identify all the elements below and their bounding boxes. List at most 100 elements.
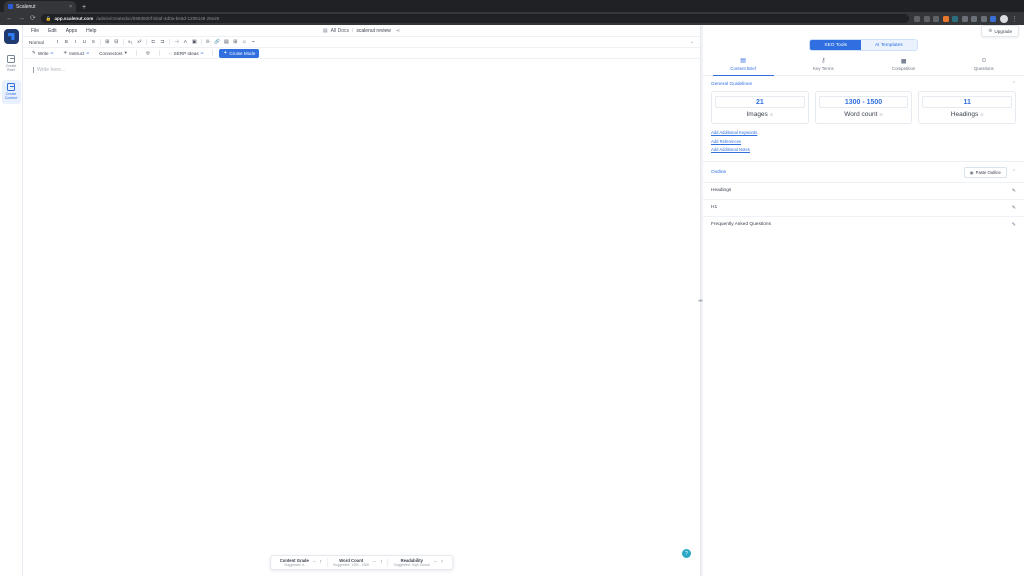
tab-questions[interactable]: ⊙ Questions [944, 55, 1024, 75]
extension-icon-3[interactable] [961, 15, 968, 22]
new-tab-icon[interactable]: + [82, 4, 86, 12]
edit-icon[interactable]: ✎ [1012, 188, 1016, 194]
chevron-up-icon[interactable]: ⌃ [1012, 81, 1016, 87]
bookmark-icon[interactable] [933, 15, 939, 22]
share-icon[interactable] [923, 15, 930, 22]
quote-icon[interactable]: ⊪ [204, 38, 213, 47]
text-color-icon[interactable]: A [181, 38, 190, 47]
extension-icon-1[interactable] [942, 15, 949, 22]
segment-ai-templates[interactable]: AI Templates [860, 40, 917, 50]
edit-icon[interactable]: ✎ [1012, 222, 1016, 228]
help-fab-icon[interactable]: ? [682, 549, 691, 558]
expand-icon[interactable]: ↑ [441, 559, 444, 565]
tab-competition[interactable]: ▅ Competition [864, 55, 944, 75]
edit-icon[interactable]: ✎ [1012, 205, 1016, 211]
write-button[interactable]: ✎ Write AI [29, 49, 56, 58]
segment-seo-tools[interactable]: SEO Tools [810, 40, 861, 50]
breadcrumb-doc-name[interactable]: scalenut review [356, 28, 390, 34]
browser-window: Scalenut × + ← → ⟳ 🔒 app.scalenut.com /a… [0, 0, 1024, 576]
menu-apps[interactable]: Apps [66, 28, 77, 34]
expand-icon[interactable]: ↑ [380, 559, 383, 565]
address-bar[interactable]: 🔒 app.scalenut.com /admin/createdoc/5993… [40, 14, 909, 23]
avatar[interactable] [999, 14, 1008, 23]
strikethrough-icon[interactable]: S [89, 38, 98, 47]
paragraph-style-select[interactable]: Normal [29, 40, 48, 45]
italic-icon[interactable]: I [71, 38, 80, 47]
paste-outline-button[interactable]: ▣ Paste Outline [963, 166, 1007, 178]
table-icon[interactable]: ⊞ [231, 38, 240, 47]
outline-row[interactable]: H1 ✎ [703, 198, 1024, 216]
indent-decrease-icon[interactable]: ⊏ [149, 38, 158, 47]
pane-splitter[interactable] [701, 25, 703, 576]
emoji-icon[interactable]: ☺ [240, 38, 249, 47]
menu-edit[interactable]: Edit [48, 28, 57, 34]
font-size-icon[interactable]: t [53, 38, 62, 47]
bold-icon[interactable]: B [62, 38, 71, 47]
card-value[interactable]: 1300 - 1500 [818, 96, 909, 108]
connectors-dropdown[interactable]: Connectors ▾ [96, 49, 130, 58]
card-value[interactable]: 21 [715, 96, 805, 108]
underline-icon[interactable]: U [80, 38, 89, 47]
align-left-icon[interactable]: ⊣ [172, 38, 181, 47]
back-icon[interactable]: ← [6, 15, 13, 22]
tab-content-brief[interactable]: ▤ Content Brief [703, 55, 783, 76]
info-icon[interactable]: ⊙ [770, 112, 773, 117]
link-add-additional-keywords[interactable]: Add Additional Keywords [711, 130, 1016, 135]
sidebar-item-create-brief[interactable]: Create Brief [2, 52, 21, 76]
info-icon[interactable]: ⊙ [879, 112, 882, 117]
extension-icon-2[interactable] [952, 15, 958, 22]
write-ai-badge: AI [50, 51, 54, 55]
share-icon[interactable]: ⋖ [396, 28, 400, 34]
browser-tab[interactable]: Scalenut × [4, 1, 76, 12]
expand-icon[interactable]: ↑ [320, 559, 323, 565]
stat-readability[interactable]: Readability Suggested: High School – ↑ [389, 558, 449, 568]
serp-ideas-button[interactable]: ◌ SERP Ideas AI [166, 49, 207, 57]
panel-tabs: ▤ Content Brief ⚷ Key Terms ▅ Competitio… [703, 55, 1024, 76]
menu-help[interactable]: Help [86, 28, 96, 34]
optimize-button[interactable]: ◎ [143, 49, 153, 58]
card-label: Word count ⊙ [819, 111, 909, 118]
extension-icon-5[interactable] [980, 15, 987, 22]
outline-row[interactable]: Headings ✎ [703, 181, 1024, 199]
image-icon[interactable]: ▤ [222, 38, 231, 47]
tab-key-terms[interactable]: ⚷ Key Terms [783, 55, 863, 75]
instruct-button[interactable]: ✳ Instruct AI [60, 49, 92, 58]
breadcrumb-all-docs[interactable]: All Docs [331, 28, 349, 34]
browser-menu-icon[interactable]: ⋮ [1011, 15, 1018, 23]
highlight-icon[interactable]: ▣ [190, 38, 199, 47]
toolbar-divider [99, 39, 101, 45]
superscript-icon[interactable]: x² [135, 38, 144, 47]
close-icon[interactable]: × [69, 4, 72, 10]
chevron-up-icon[interactable]: ⌃ [1012, 169, 1016, 175]
indent-increase-icon[interactable]: ⊐ [158, 38, 167, 47]
cast-icon[interactable] [914, 15, 920, 22]
link-icon[interactable]: 🔗 [213, 38, 222, 47]
card-label: Images ⊙ [715, 111, 805, 118]
upgrade-button[interactable]: ♔ Upgrade [981, 25, 1019, 37]
link-add-references[interactable]: Add References [711, 139, 1016, 144]
link-add-additional-notes[interactable]: Add Additional Notes [711, 147, 1016, 152]
scalenut-logo[interactable] [3, 29, 19, 44]
left-rail: Create Brief Create Content [0, 25, 23, 576]
clear-format-icon[interactable]: ⌁ [249, 38, 258, 47]
forward-icon[interactable]: → [18, 15, 25, 22]
subscript-icon[interactable]: x₂ [126, 38, 135, 47]
document-editor[interactable]: Write here... ? Content Grade Suggested:… [23, 59, 700, 576]
extension-icon-6[interactable] [990, 15, 996, 22]
extension-icon-4[interactable] [971, 15, 977, 22]
outline-row[interactable]: Frequently Asked Questions ✎ [703, 215, 1024, 233]
card-value[interactable]: 11 [922, 96, 1013, 108]
info-icon[interactable]: ⊙ [980, 112, 983, 117]
menu-file[interactable]: File [31, 28, 39, 34]
stat-content-grade[interactable]: Content Grade Suggested: A – ↑ [275, 558, 327, 568]
upgrade-label: Upgrade [994, 28, 1012, 34]
stat-word-count[interactable]: Word Count Suggested: 1300 - 1500 – ↑ [328, 558, 387, 568]
document-icon: ▤ [322, 27, 328, 34]
sidebar-item-create-content[interactable]: Create Content [1, 79, 21, 104]
toolbar-collapse-icon[interactable]: ⌄ [690, 39, 694, 45]
cruise-mode-button[interactable]: ✦ Cruise Mode [219, 48, 260, 58]
bullet-list-icon[interactable]: ⊟ [112, 38, 121, 47]
reload-icon[interactable]: ⟳ [30, 15, 36, 22]
connectors-label: Connectors [99, 50, 123, 56]
ordered-list-icon[interactable]: ⊞ [103, 38, 112, 47]
